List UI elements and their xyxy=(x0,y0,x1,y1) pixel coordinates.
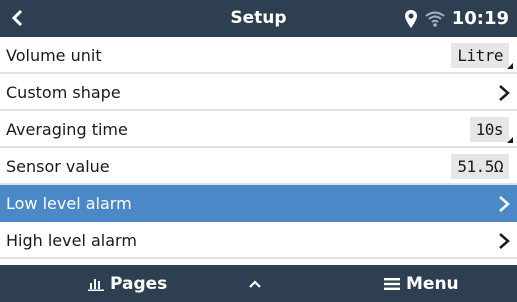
row-averaging-time[interactable]: Averaging time 10s xyxy=(0,111,517,148)
footer-bar: Pages Menu xyxy=(0,265,517,302)
pages-label: Pages xyxy=(110,273,168,294)
bar-chart-icon xyxy=(88,278,104,291)
chevron-right-icon xyxy=(499,233,510,249)
menu-button[interactable]: Menu xyxy=(384,265,459,302)
settings-list: Volume unit Litre Custom shape Averaging… xyxy=(0,37,517,259)
editable-corner-icon xyxy=(507,63,513,69)
value-box: Litre xyxy=(451,43,509,68)
editable-corner-icon xyxy=(507,137,513,143)
row-low-level-alarm[interactable]: Low level alarm xyxy=(0,185,517,222)
status-area: 10:19 xyxy=(404,0,509,37)
row-volume-unit[interactable]: Volume unit Litre xyxy=(0,37,517,74)
scroll-up-button[interactable] xyxy=(248,265,262,302)
row-label: Volume unit xyxy=(6,46,102,65)
row-label: Sensor value xyxy=(6,157,110,176)
chevron-right-icon xyxy=(499,196,510,212)
row-label: Low level alarm xyxy=(6,194,132,213)
row-label: High level alarm xyxy=(6,231,137,250)
row-sensor-value: Sensor value 51.5Ω xyxy=(0,148,517,185)
wifi-icon xyxy=(425,11,445,27)
location-pin-icon xyxy=(404,9,417,28)
chevron-up-icon xyxy=(249,279,261,288)
row-label: Averaging time xyxy=(6,120,128,139)
menu-label: Menu xyxy=(406,273,459,294)
pages-button[interactable]: Pages xyxy=(88,265,167,302)
clock: 10:19 xyxy=(451,8,509,29)
row-label: Custom shape xyxy=(6,83,121,102)
value-box: 51.5Ω xyxy=(451,154,509,179)
row-custom-shape[interactable]: Custom shape xyxy=(0,74,517,111)
value-box: 10s xyxy=(469,117,509,142)
chevron-right-icon xyxy=(499,85,510,101)
row-high-level-alarm[interactable]: High level alarm xyxy=(0,222,517,259)
header-bar: Setup 10:19 xyxy=(0,0,517,37)
hamburger-menu-icon xyxy=(384,277,400,290)
